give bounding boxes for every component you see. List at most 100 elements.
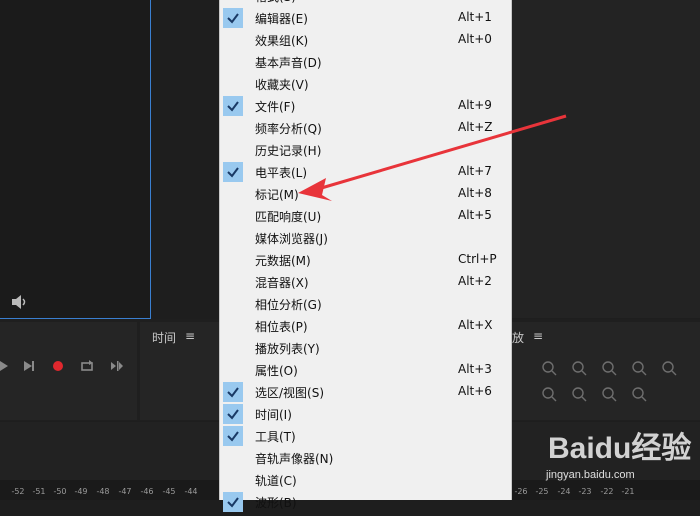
menu-item-shortcut: Alt+9: [458, 98, 492, 112]
volume-icon[interactable]: [10, 293, 34, 311]
menu-item[interactable]: 格式(S): [220, 0, 511, 7]
zoom-panel-menu-icon[interactable]: ≡: [533, 329, 543, 343]
time-panel-menu-icon[interactable]: ≡: [185, 329, 195, 343]
ruler-tick-label: -48: [96, 487, 110, 496]
menu-item-label: 元数据(M): [255, 254, 311, 268]
ruler-tick-label: -45: [162, 487, 176, 496]
ruler-tick-label: -51: [32, 487, 46, 496]
menu-item-label: 标记(M): [255, 188, 299, 202]
ruler-tick-label: -46: [140, 487, 154, 496]
menu-item-label: 工具(T): [255, 430, 296, 444]
record-icon[interactable]: [51, 359, 65, 373]
menu-item[interactable]: 标记(M) Alt+8: [220, 183, 511, 205]
checkmark-icon: [223, 162, 243, 182]
menu-item-shortcut: Alt+6: [458, 384, 492, 398]
menu-item[interactable]: 工具(T): [220, 425, 511, 447]
zoom-panel-title: 放: [512, 331, 525, 345]
checkmark-icon: [223, 492, 243, 512]
menu-item-shortcut: Alt+8: [458, 186, 492, 200]
menu-item-label: 相位分析(G): [255, 298, 322, 312]
menu-item-label: 混音器(X): [255, 276, 309, 290]
menu-item-shortcut: Alt+Z: [458, 120, 493, 134]
menu-item[interactable]: 相位分析(G): [220, 293, 511, 315]
ruler-tick-label: -52: [11, 487, 25, 496]
menu-item-label: 属性(O): [255, 364, 298, 378]
menu-item-label: 播放列表(Y): [255, 342, 320, 356]
menu-item-label: 基本声音(D): [255, 56, 322, 70]
menu-item[interactable]: 时间(I): [220, 403, 511, 425]
time-panel-title: 时间: [152, 331, 177, 345]
menu-item-label: 波形(B): [255, 496, 297, 510]
zoom-reset-icon[interactable]: [660, 360, 678, 376]
waveform-editor-panel: [0, 0, 151, 319]
menu-item[interactable]: 波形(B): [220, 491, 511, 513]
baidu-jingyan-watermark: Baidu经验 jingyan.baidu.com: [545, 431, 691, 481]
menu-item-label: 相位表(P): [255, 320, 308, 334]
menu-item[interactable]: 音轨声像器(N): [220, 447, 511, 469]
checkmark-icon: [223, 426, 243, 446]
menu-item-shortcut: Ctrl+P: [458, 252, 497, 266]
menu-item[interactable]: 匹配响度(U) Alt+5: [220, 205, 511, 227]
menu-item[interactable]: 元数据(M) Ctrl+P: [220, 249, 511, 271]
menu-item[interactable]: 播放列表(Y): [220, 337, 511, 359]
menu-item[interactable]: 混音器(X) Alt+2: [220, 271, 511, 293]
loop-icon[interactable]: [80, 359, 94, 373]
checkmark-icon: [223, 382, 243, 402]
menu-item-label: 时间(I): [255, 408, 292, 422]
menu-item[interactable]: 历史记录(H): [220, 139, 511, 161]
menu-item[interactable]: 文件(F) Alt+9: [220, 95, 511, 117]
ruler-tick-label: -50: [53, 487, 67, 496]
menu-item[interactable]: 效果组(K) Alt+0: [220, 29, 511, 51]
right-panel: [510, 0, 700, 318]
menu-item-label: 文件(F): [255, 100, 296, 114]
menu-item-label: 历史记录(H): [255, 144, 322, 158]
checkmark-icon: [223, 404, 243, 424]
menu-item-label: 选区/视图(S): [255, 386, 325, 400]
zoom-out-icon[interactable]: [630, 360, 648, 376]
menu-item-label: 频率分析(Q): [255, 122, 322, 136]
zoom-in-icon[interactable]: [600, 360, 618, 376]
ruler-tick-label: -49: [74, 487, 88, 496]
menu-item-shortcut: Alt+0: [458, 32, 492, 46]
menu-item[interactable]: 收藏夹(V): [220, 73, 511, 95]
window-menu: 格式(S) 编辑器(E) Alt+1 效果组(K) Alt+0 基本声音(D) 收藏夹(V)…: [219, 0, 512, 512]
checkmark-icon: [223, 96, 243, 116]
skip-output-icon[interactable]: [110, 359, 124, 373]
zoom-track-icon[interactable]: [630, 386, 648, 402]
menu-item-label: 电平表(L): [255, 166, 308, 180]
menu-item[interactable]: 基本声音(D): [220, 51, 511, 73]
menu-item-shortcut: Alt+3: [458, 362, 492, 376]
menu-item-label: 媒体浏览器(J): [255, 232, 328, 246]
checkmark-icon: [223, 8, 243, 28]
menu-item-label: 效果组(K): [255, 34, 309, 48]
zoom-out-point-icon[interactable]: [570, 386, 588, 402]
menu-item-label: 轨道(C): [255, 474, 297, 488]
watermark-url: jingyan.baidu.com: [545, 469, 635, 481]
zoom-in-point-icon[interactable]: [540, 386, 558, 402]
transport-panel: [0, 322, 137, 420]
ruler-tick-label: -47: [118, 487, 132, 496]
menu-item[interactable]: 媒体浏览器(J): [220, 227, 511, 249]
menu-item[interactable]: 属性(O) Alt+3: [220, 359, 511, 381]
zoom-out-amplitude-icon[interactable]: [570, 360, 588, 376]
menu-item[interactable]: 电平表(L) Alt+7: [220, 161, 511, 183]
zoom-in-amplitude-icon[interactable]: [540, 360, 558, 376]
menu-item[interactable]: 轨道(C): [220, 469, 511, 491]
menu-item-label: 音轨声像器(N): [255, 452, 334, 466]
menu-item-label: 格式(S): [255, 0, 296, 5]
menu-item-label: 收藏夹(V): [255, 78, 309, 92]
menu-item-shortcut: Alt+X: [458, 318, 493, 332]
menu-item-shortcut: Alt+7: [458, 164, 492, 178]
zoom-selection-icon[interactable]: [600, 386, 618, 402]
ruler-tick-label: -26: [514, 487, 528, 496]
skip-next-icon[interactable]: [22, 359, 36, 373]
ruler-tick-label: -44: [184, 487, 198, 496]
menu-item[interactable]: 选区/视图(S) Alt+6: [220, 381, 511, 403]
menu-item[interactable]: 相位表(P) Alt+X: [220, 315, 511, 337]
play-icon[interactable]: [0, 359, 14, 373]
menu-item-shortcut: Alt+1: [458, 10, 492, 24]
menu-item-shortcut: Alt+5: [458, 208, 492, 222]
menu-item[interactable]: 频率分析(Q) Alt+Z: [220, 117, 511, 139]
menu-item-label: 匹配响度(U): [255, 210, 322, 224]
menu-item[interactable]: 编辑器(E) Alt+1: [220, 7, 511, 29]
